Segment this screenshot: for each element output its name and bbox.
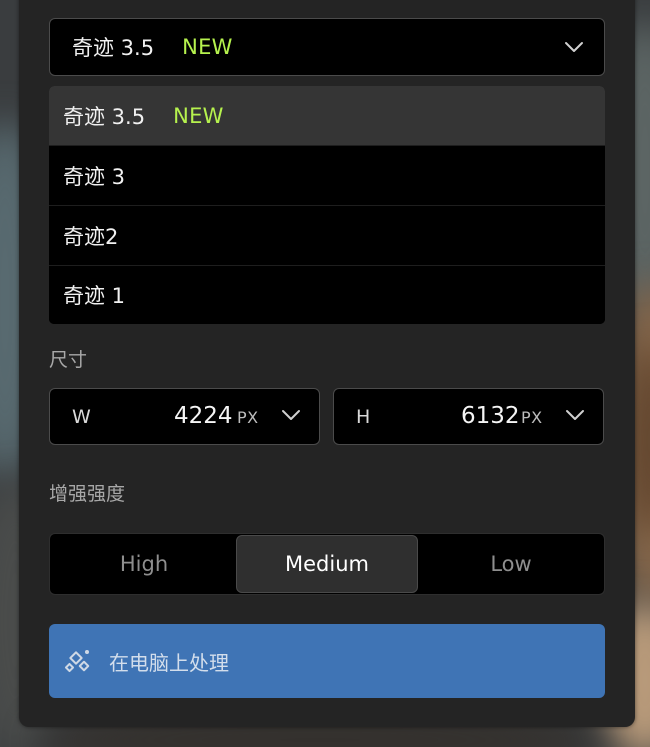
width-unit: PX — [237, 408, 259, 427]
model-option-label: 奇迹 1 — [63, 284, 126, 308]
width-value: 4224 — [174, 403, 233, 429]
chevron-down-icon[interactable] — [565, 409, 585, 421]
model-option-2[interactable]: 奇迹2 — [49, 206, 605, 266]
model-dropdown: 奇迹 3.5 NEW 奇迹 3 奇迹2 奇迹 1 — [49, 86, 605, 324]
chevron-down-icon — [565, 42, 583, 52]
size-section-label: 尺寸 — [49, 349, 88, 371]
model-option-label: 奇迹 3.5 — [63, 104, 146, 129]
new-badge: NEW — [173, 103, 224, 128]
new-badge: NEW — [182, 35, 233, 59]
model-select[interactable]: 奇迹 3.5 NEW — [49, 18, 605, 76]
enhance-segmented-control: High Medium Low — [49, 533, 605, 595]
enhance-option-low[interactable]: Low — [418, 535, 604, 593]
model-option-3[interactable]: 奇迹 3 — [49, 146, 605, 206]
model-option-1[interactable]: 奇迹 1 — [49, 266, 605, 324]
model-option-label: 奇迹2 — [63, 224, 119, 249]
enhance-option-medium[interactable]: Medium — [236, 535, 418, 593]
enhance-section-label: 增强强度 — [49, 483, 126, 505]
model-select-value: 奇迹 3.5 — [72, 36, 155, 60]
process-button-label: 在电脑上处理 — [109, 650, 229, 675]
model-option-3-5[interactable]: 奇迹 3.5 NEW — [49, 86, 605, 146]
width-field[interactable]: W 4224 PX — [49, 388, 320, 445]
width-axis-label: W — [72, 406, 91, 428]
chevron-down-icon[interactable] — [281, 409, 301, 421]
height-unit: PX — [521, 408, 543, 427]
height-value: 6132 — [461, 403, 520, 429]
sparkle-diamond-icon — [64, 650, 90, 673]
process-on-computer-button[interactable]: 在电脑上处理 — [49, 624, 605, 698]
model-option-label: 奇迹 3 — [63, 164, 126, 189]
enhance-option-high[interactable]: High — [51, 535, 237, 593]
height-field[interactable]: H 6132 PX — [333, 388, 604, 445]
height-axis-label: H — [356, 406, 371, 428]
